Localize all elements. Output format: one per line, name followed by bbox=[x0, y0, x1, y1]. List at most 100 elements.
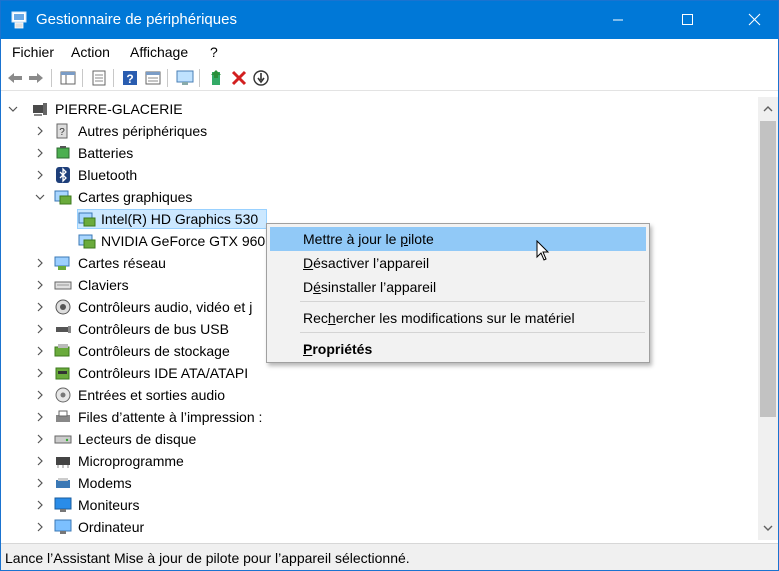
tree-item-label: Ordinateur bbox=[78, 519, 145, 535]
forward-arrow-icon[interactable] bbox=[27, 69, 45, 87]
tree-item-label: Contrôleurs audio, vidéo et j bbox=[78, 299, 253, 315]
chevron-right-icon[interactable] bbox=[34, 477, 46, 489]
firmware-icon bbox=[56, 457, 70, 468]
svg-text:?: ? bbox=[126, 72, 133, 86]
chevron-right-icon[interactable] bbox=[34, 301, 46, 313]
update-driver-accel: p bbox=[400, 231, 409, 247]
context-menu: Mettre à jour le pilote Désactiver l’app… bbox=[266, 223, 650, 363]
tree-category-item[interactable]: Contrôleurs IDE ATA/ATAPI bbox=[1, 362, 758, 384]
chevron-right-icon[interactable] bbox=[34, 499, 46, 511]
toolbar-separator bbox=[51, 69, 52, 87]
disable-device-accel: D bbox=[303, 255, 314, 271]
view-icon[interactable] bbox=[144, 69, 162, 87]
menu-file[interactable]: Fichier bbox=[12, 44, 54, 60]
tree-category-item[interactable]: Bluetooth bbox=[1, 164, 758, 186]
scan-hardware-menu-item[interactable]: Rechercher les modifications sur le maté… bbox=[270, 306, 646, 330]
tree-category-item[interactable]: ? Autres périphériques bbox=[1, 120, 758, 142]
tree-item-label: Modems bbox=[78, 475, 132, 491]
menu-view[interactable]: Affichage bbox=[130, 44, 188, 60]
uninstall-icon[interactable] bbox=[230, 69, 248, 87]
unknown-device-icon: ? bbox=[56, 123, 68, 139]
chevron-right-icon[interactable] bbox=[34, 257, 46, 269]
tree-category-item[interactable]: Lecteurs de disque bbox=[1, 428, 758, 450]
chevron-right-icon[interactable] bbox=[34, 323, 46, 335]
toolbar-separator bbox=[82, 69, 83, 87]
update-driver-icon[interactable] bbox=[208, 69, 226, 87]
disable-device-menu-item[interactable]: Désactiver l’appareil bbox=[270, 251, 646, 275]
vertical-scrollbar[interactable] bbox=[758, 97, 778, 540]
menu-bar: Fichier Action Affichage ? bbox=[1, 39, 778, 65]
toolbar: ? bbox=[1, 65, 778, 91]
chevron-right-icon[interactable] bbox=[34, 521, 46, 533]
battery-icon bbox=[56, 146, 70, 159]
tree-item-label: Lecteurs de disque bbox=[78, 431, 197, 447]
modem-icon bbox=[56, 478, 70, 488]
tree-category-item[interactable]: Files d’attente à l’impression : bbox=[1, 406, 758, 428]
tree-item-label: Contrôleurs de bus USB bbox=[78, 321, 229, 337]
maximize-button[interactable] bbox=[664, 1, 710, 39]
title-bar[interactable]: Gestionnaire de périphériques bbox=[1, 1, 778, 39]
show-hide-tree-icon[interactable] bbox=[59, 69, 77, 87]
chevron-right-icon[interactable] bbox=[34, 411, 46, 423]
tree-item-label: Claviers bbox=[78, 277, 129, 293]
uninstall-device-menu-item[interactable]: Désinstaller l’appareil bbox=[270, 275, 646, 299]
chevron-right-icon[interactable] bbox=[34, 389, 46, 401]
display-adapter-icon bbox=[78, 234, 96, 249]
scan-hardware-accel: h bbox=[327, 310, 336, 326]
tree-category-item[interactable]: Modems bbox=[1, 472, 758, 494]
tree-category-item[interactable]: Cartes graphiques bbox=[1, 186, 758, 208]
bluetooth-icon bbox=[56, 167, 70, 183]
scroll-down-icon[interactable] bbox=[762, 522, 774, 534]
update-driver-menu-item[interactable]: Mettre à jour le pilote bbox=[270, 227, 646, 251]
keyboard-icon bbox=[54, 281, 72, 290]
menu-action[interactable]: Action bbox=[71, 44, 110, 60]
tree-category-item[interactable]: Batteries bbox=[1, 142, 758, 164]
tree-category-item[interactable]: Microprogramme bbox=[1, 450, 758, 472]
help-icon[interactable]: ? bbox=[121, 69, 139, 87]
properties-accel: P bbox=[303, 341, 313, 357]
scroll-up-icon[interactable] bbox=[762, 103, 774, 115]
tree-item-label: Contrôleurs IDE ATA/ATAPI bbox=[78, 365, 249, 381]
uninstall-device-accel: é bbox=[313, 279, 321, 295]
computer-icon bbox=[33, 103, 47, 116]
display-adapter-icon bbox=[54, 190, 72, 205]
tree-category-item[interactable]: Entrées et sorties audio bbox=[1, 384, 758, 406]
tree-category-item[interactable]: Moniteurs bbox=[1, 494, 758, 516]
tree-root[interactable]: PIERRE-GLACERIE bbox=[1, 98, 758, 120]
tree-category-item[interactable]: Ordinateur bbox=[1, 516, 758, 538]
close-button[interactable] bbox=[732, 1, 778, 39]
device-manager-app-icon bbox=[11, 11, 27, 29]
tree-item-label: Bluetooth bbox=[78, 167, 138, 183]
disable-icon[interactable] bbox=[252, 69, 270, 87]
usb-icon bbox=[56, 326, 71, 333]
chevron-right-icon[interactable] bbox=[34, 125, 46, 137]
chevron-right-icon[interactable] bbox=[34, 367, 46, 379]
chevron-right-icon[interactable] bbox=[34, 433, 46, 445]
minimize-button[interactable] bbox=[595, 1, 641, 39]
tree-item-label: NVIDIA GeForce GTX 960 bbox=[101, 233, 266, 249]
chevron-down-icon[interactable] bbox=[34, 191, 46, 203]
tree-item-label: Cartes réseau bbox=[78, 255, 166, 271]
toolbar-separator bbox=[113, 69, 114, 87]
chevron-down-icon[interactable] bbox=[7, 103, 19, 115]
menu-help[interactable]: ? bbox=[210, 44, 218, 60]
chevron-right-icon[interactable] bbox=[34, 345, 46, 357]
tree-item-label: Files d’attente à l’impression : bbox=[78, 409, 263, 425]
toolbar-separator bbox=[199, 69, 200, 87]
scan-hardware-text: Rec bbox=[303, 310, 328, 326]
tree-item-label: Cartes graphiques bbox=[78, 189, 193, 205]
chevron-right-icon[interactable] bbox=[34, 455, 46, 467]
computer-icon bbox=[54, 519, 72, 534]
speaker-icon bbox=[55, 299, 71, 315]
chevron-right-icon[interactable] bbox=[34, 147, 46, 159]
scrollbar-thumb[interactable] bbox=[760, 121, 776, 417]
chevron-right-icon[interactable] bbox=[34, 169, 46, 181]
tree-item-label: Entrées et sorties audio bbox=[78, 387, 226, 403]
chevron-right-icon[interactable] bbox=[34, 279, 46, 291]
back-arrow-icon[interactable] bbox=[6, 69, 24, 87]
monitor-scan-icon[interactable] bbox=[176, 69, 194, 87]
properties-icon[interactable] bbox=[90, 69, 108, 87]
properties-menu-item[interactable]: Propriétés bbox=[270, 337, 646, 361]
status-text: Lance l’Assistant Mise à jour de pilote … bbox=[5, 550, 410, 566]
update-driver-text-end: ilote bbox=[408, 231, 434, 247]
